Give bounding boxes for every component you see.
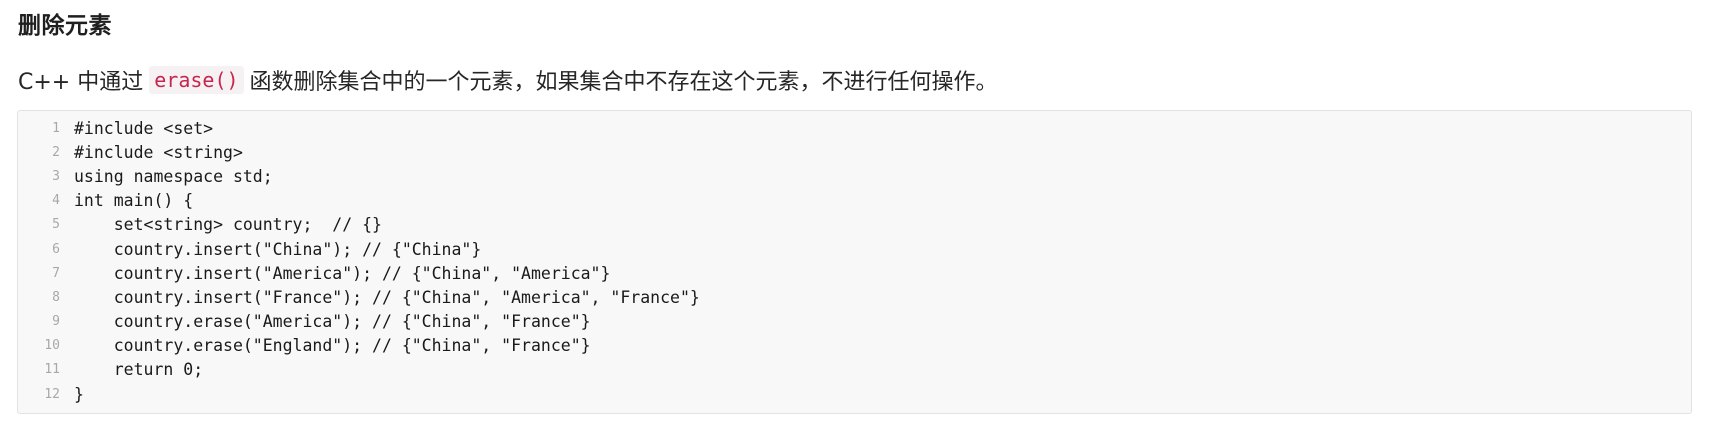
code-text: } — [74, 384, 84, 404]
line-number: 2 — [52, 144, 60, 160]
code-line: 9 country.erase("America"); // {"China",… — [18, 310, 1691, 334]
description-paragraph: C++ 中通过 erase() 函数删除集合中的一个元素，如果集合中不存在这个元… — [18, 64, 998, 96]
code-line: 6 country.insert("China"); // {"China"} — [18, 237, 1691, 261]
code-line: 4 int main() { — [18, 189, 1691, 213]
line-number: 3 — [52, 168, 60, 184]
line-number: 1 — [52, 120, 60, 136]
line-number: 12 — [44, 386, 60, 402]
code-text: int main() { — [74, 191, 194, 211]
code-line: 3 using namespace std; — [18, 164, 1691, 188]
line-number: 6 — [52, 241, 60, 257]
code-line: 12 } — [18, 382, 1691, 406]
line-number: 8 — [52, 289, 60, 305]
line-number: 11 — [44, 362, 60, 378]
inline-code-erase: erase() — [149, 66, 244, 94]
line-number: 4 — [52, 193, 60, 209]
code-text: country.insert("France"); // {"China", "… — [74, 287, 700, 307]
code-text: #include <set> — [74, 118, 214, 138]
line-number: 9 — [52, 314, 60, 330]
section-heading: 删除元素 — [18, 13, 112, 39]
code-line: 7 country.insert("America"); // {"China"… — [18, 261, 1691, 285]
code-text: country.erase("England"); // {"China", "… — [74, 336, 591, 356]
code-text: country.insert("China"); // {"China"} — [74, 239, 482, 259]
line-number: 10 — [44, 338, 60, 354]
code-text: set<string> country; // {} — [74, 215, 382, 235]
code-line: 5 set<string> country; // {} — [18, 213, 1691, 237]
code-line: 10 country.erase("England"); // {"China"… — [18, 334, 1691, 358]
code-text: country.insert("America"); // {"China", … — [74, 263, 611, 283]
code-block[interactable]: 1 #include <set> 2 #include <string> 3 u… — [17, 110, 1692, 414]
code-text: return 0; — [74, 360, 204, 380]
code-line: 8 country.insert("France"); // {"China",… — [18, 285, 1691, 309]
code-line: 11 return 0; — [18, 358, 1691, 382]
description-text-before: C++ 中通过 — [18, 70, 144, 95]
line-number: 7 — [52, 265, 60, 281]
description-text-after: 函数删除集合中的一个元素，如果集合中不存在这个元素，不进行任何操作。 — [249, 70, 998, 95]
code-line: 1 #include <set> — [18, 116, 1691, 140]
code-text: using namespace std; — [74, 166, 273, 186]
code-text: country.erase("America"); // {"China", "… — [74, 312, 591, 332]
line-number: 5 — [52, 217, 60, 233]
code-line: 2 #include <string> — [18, 140, 1691, 164]
code-text: #include <string> — [74, 142, 243, 162]
